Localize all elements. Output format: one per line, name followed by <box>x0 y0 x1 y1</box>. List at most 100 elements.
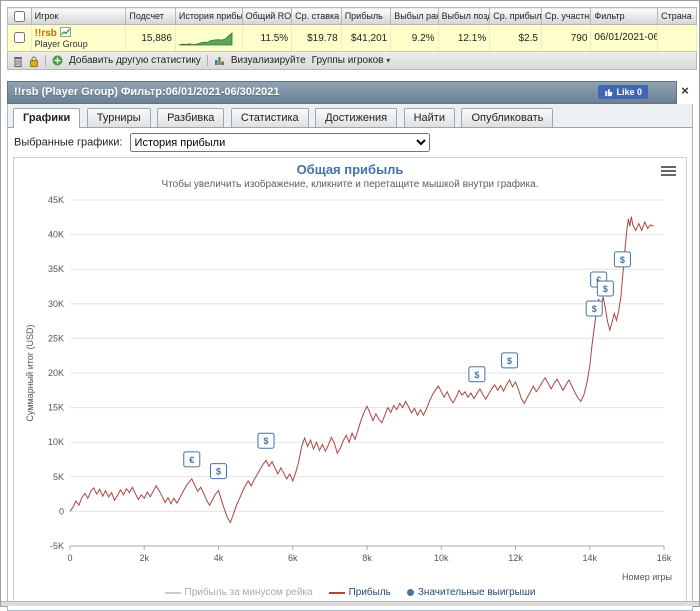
close-icon[interactable]: × <box>677 81 693 104</box>
tab-publish[interactable]: Опубликовать <box>461 108 554 127</box>
stats-table: Игрок Подсчет История прибыли Общий ROI … <box>7 7 697 52</box>
significant-win-badge[interactable]: € <box>183 451 201 468</box>
toolbar-divider <box>45 55 46 66</box>
ytick-label: 45K <box>48 195 64 205</box>
panel-title: !!rsb (Player Group) Фильтр:06/01/2021-0… <box>14 86 280 98</box>
tab-statistics[interactable]: Статистика <box>230 108 309 127</box>
profit-cell: $41,201 <box>341 24 392 52</box>
significant-win-badge[interactable]: $ <box>613 251 631 268</box>
svg-text:$: $ <box>216 467 221 477</box>
avg-entrants-cell: 790 <box>541 24 592 52</box>
col-header-avg-stake[interactable]: Ср. ставка <box>291 7 342 25</box>
legend-label: Значительные выигрыши <box>417 587 536 598</box>
chart-container: Общая прибыль Чтобы увеличить изображени… <box>13 157 687 605</box>
xaxis-title: Номер игры <box>622 572 672 582</box>
col-header-count[interactable]: Подсчет <box>125 7 176 25</box>
row-select-cell <box>7 24 32 52</box>
panel-header: !!rsb (Player Group) Фильтр:06/01/2021-0… <box>7 81 677 104</box>
col-header-profit-history[interactable]: История прибыли <box>175 7 243 25</box>
xtick-label: 0 <box>67 553 72 563</box>
tab-tournaments[interactable]: Турниры <box>86 108 151 127</box>
profit-history-cell[interactable] <box>175 24 243 52</box>
like-label: Like 0 <box>616 87 642 97</box>
player-cell[interactable]: !!rsb Player Group <box>31 24 127 52</box>
significant-win-badge[interactable]: $ <box>210 463 227 480</box>
legend-marker-icon <box>406 589 414 596</box>
ytick-label: 25K <box>48 333 64 343</box>
ytick-label: 15K <box>48 403 64 413</box>
add-statistic-link[interactable]: Добавить другую статистику <box>69 55 201 66</box>
row-checkbox[interactable] <box>13 32 25 44</box>
col-header-roi[interactable]: Общий ROI <box>242 7 293 25</box>
player-groups-dropdown[interactable]: Группы игроков ▾ <box>312 55 391 66</box>
significant-win-badge[interactable]: $ <box>501 352 519 369</box>
late-finish-cell: 12.1% <box>438 24 491 52</box>
trash-icon[interactable] <box>13 55 23 67</box>
graph-select[interactable]: История прибыли <box>129 133 430 152</box>
col-header-avg-profit[interactable]: Ср. прибыль <box>489 7 542 25</box>
tab-breakdown[interactable]: Разбивка <box>157 108 225 127</box>
xtick-label: 2k <box>139 553 149 563</box>
significant-win-badge[interactable]: $ <box>596 280 614 297</box>
col-header-late-finish[interactable]: Выбыл поздн <box>438 7 491 25</box>
graph-selector-label: Выбранные графики: <box>14 136 123 149</box>
legend-line-icon <box>164 591 181 594</box>
legend-item[interactable]: Значительные выигрыши <box>406 587 536 598</box>
avg-profit-cell: $2.5 <box>489 24 542 52</box>
visualize-link[interactable]: Визуализируйте <box>231 55 306 66</box>
xtick-label: 4k <box>214 553 224 563</box>
lock-icon[interactable] <box>29 55 39 67</box>
visualize-icon[interactable] <box>214 55 225 66</box>
xtick-label: 8k <box>362 553 372 563</box>
panel-header-row: !!rsb (Player Group) Фильтр:06/01/2021-0… <box>7 81 693 104</box>
col-header-player[interactable]: Игрок <box>31 7 127 25</box>
significant-win-badge[interactable]: $ <box>468 366 486 383</box>
profit-sparkline[interactable] <box>178 31 233 46</box>
graph-icon[interactable] <box>59 27 71 37</box>
col-header-filter[interactable]: Фильтр <box>590 7 659 25</box>
chevron-down-icon: ▾ <box>386 56 391 65</box>
ytick-label: 20K <box>48 368 64 378</box>
panel-body: Графики Турниры Разбивка Статистика Дост… <box>7 104 693 611</box>
svg-text:$: $ <box>603 284 608 294</box>
chart-subtitle: Чтобы увеличить изображение, кликните и … <box>161 179 539 190</box>
significant-win-badge[interactable]: $ <box>257 432 275 449</box>
svg-text:€: € <box>189 455 194 465</box>
results-section: Игрок Подсчет История прибыли Общий ROI … <box>1 1 699 70</box>
legend-item[interactable]: Прибыль за минусом рейка <box>164 587 313 598</box>
xtick-label: 12k <box>508 553 523 563</box>
col-header-avg-entrants[interactable]: Ср. участни <box>541 7 592 25</box>
xtick-label: 14k <box>582 553 597 563</box>
like-button[interactable]: Like 0 <box>598 85 648 99</box>
count-cell: 15,886 <box>125 24 176 52</box>
legend-item[interactable]: Прибыль <box>328 587 391 598</box>
svg-text:$: $ <box>620 255 625 265</box>
chart-menu-icon[interactable] <box>661 166 676 178</box>
page: { "table": { "headers": ["Игрок","Подсче… <box>0 0 700 611</box>
toolbar-divider <box>206 55 208 66</box>
player-name[interactable]: !!rsb <box>35 28 57 39</box>
bottom-edge <box>1 601 699 606</box>
sparkline-area <box>178 31 233 45</box>
add-icon[interactable] <box>52 55 63 66</box>
col-header-profit[interactable]: Прибыль <box>341 7 392 25</box>
thumb-up-icon <box>605 88 613 97</box>
select-all-checkbox[interactable] <box>13 10 25 22</box>
svg-text:$: $ <box>592 304 597 314</box>
tab-achievements[interactable]: Достижения <box>315 108 398 127</box>
ytick-label: 0 <box>59 506 64 516</box>
table-toolbar: Добавить другую статистику Визуализируйт… <box>7 52 697 70</box>
profit-chart[interactable]: 45K40K35K30K25K20K15K10K5K0-5K0 2k 4k 6k 8k 1… <box>22 190 678 586</box>
col-header-early-finish[interactable]: Выбыл ран <box>390 7 439 25</box>
col-header-country[interactable]: Страна <box>657 7 697 25</box>
tab-graphs[interactable]: Графики <box>13 108 81 128</box>
ytick-label: 5K <box>53 472 64 482</box>
xtick-label: 10k <box>434 553 449 563</box>
yaxis-title: Суммарный итог (USD) <box>25 324 35 421</box>
table-row: !!rsb Player Group 15,886 11.5% $19.78 $… <box>7 24 697 52</box>
significant-win-badge[interactable]: $ <box>585 300 603 317</box>
select-all-cell <box>7 7 32 25</box>
ytick-label: 30K <box>48 299 64 309</box>
early-finish-cell: 9.2% <box>390 24 439 52</box>
tab-find[interactable]: Найти <box>403 108 455 127</box>
